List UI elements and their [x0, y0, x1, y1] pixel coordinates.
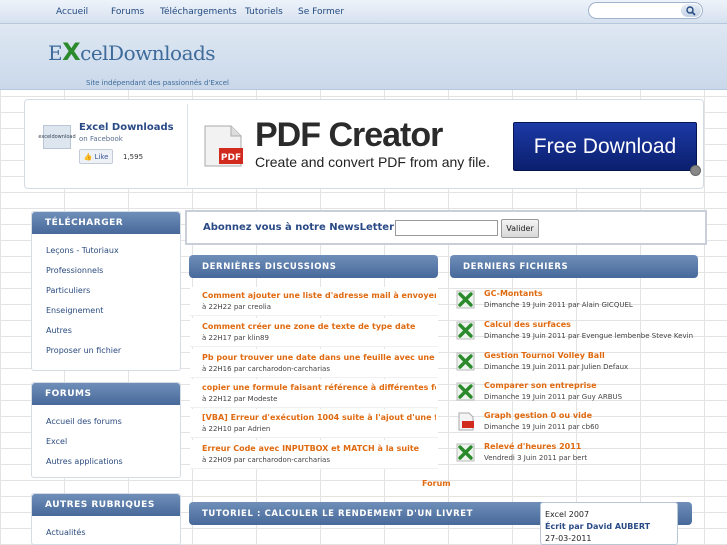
sidebar-forums-title: FORUMS [32, 383, 180, 405]
free-download-button[interactable]: Free Download [513, 122, 697, 171]
newsletter-label: Abonnez vous à notre NewsLetter : [203, 222, 402, 233]
sidebar-autres-rubriques: AUTRES RUBRIQUES Actualités [31, 493, 181, 545]
newsletter-email-input[interactable] [395, 220, 498, 236]
promo-panel: exceldownload Excel Downloads on Faceboo… [24, 99, 704, 189]
file-item[interactable]: Relevé d'heures 2011 Vendredi 3 Juin 201… [450, 439, 698, 469]
thumbs-up-icon: 👍 [83, 152, 93, 161]
excel-icon [456, 352, 475, 371]
newsletter-box: Abonnez vous à notre NewsLetter : Valide… [185, 210, 707, 245]
excel-icon [456, 321, 475, 340]
discussion-item[interactable]: Comment ajouter une liste d'adresse mail… [190, 287, 438, 316]
discussion-item[interactable]: [VBA] Erreur d'exécution 1004 suite à l'… [190, 409, 438, 438]
sidebar-item-excel[interactable]: Excel [46, 437, 67, 446]
file-item[interactable]: Comparer son entreprise Dimanche 19 Juin… [450, 378, 698, 408]
file-item[interactable]: GC-Montants Dimanche 19 Juin 2011 par Al… [450, 286, 698, 316]
discussion-item[interactable]: copier une formule faisant référence à d… [190, 379, 438, 408]
file-item[interactable]: Gestion Tournoi Volley Ball Dimanche 19 … [450, 348, 698, 378]
svg-text:PDF: PDF [221, 153, 241, 163]
search-input[interactable] [588, 2, 703, 19]
sidebar-item-professionnels[interactable]: Professionnels [46, 266, 103, 275]
sidebar-item-accueil-forums[interactable]: Accueil des forums [46, 417, 122, 426]
files-header: DERNIERS FICHIERS [450, 255, 698, 278]
divider [187, 104, 188, 186]
ad-title[interactable]: PDF Creator [255, 116, 443, 155]
tutorial-info-popup: Excel 2007 Écrit par David AUBERT 27-03-… [540, 502, 678, 545]
excel-icon [456, 382, 475, 401]
top-navigation: Accueil Forums Téléchargements Tutoriels… [0, 0, 727, 24]
discussion-item[interactable]: Pb pour trouver une date dans une feuill… [190, 349, 438, 378]
forum-link[interactable]: Forum [422, 479, 451, 488]
excel-icon [456, 443, 475, 462]
newsletter-submit-button[interactable]: Valider [501, 219, 539, 238]
sidebar-telecharger: TÉLÉCHARGER Leçons - Tutoriaux Professio… [31, 211, 181, 371]
tutorial-author[interactable]: Écrit par David AUBERT [545, 521, 677, 533]
search-button[interactable] [681, 4, 701, 17]
nav-accueil[interactable]: Accueil [56, 7, 88, 17]
nav-telechargements[interactable]: Téléchargements [160, 7, 237, 17]
facebook-page-name[interactable]: Excel Downloads [79, 122, 174, 133]
sidebar-telecharger-title: TÉLÉCHARGER [32, 212, 180, 234]
pdf-icon [458, 412, 474, 431]
nav-tutoriels[interactable]: Tutoriels [245, 7, 283, 17]
sidebar-autres-title: AUTRES RUBRIQUES [32, 494, 180, 516]
sidebar-item-actualites[interactable]: Actualités [46, 528, 86, 537]
sidebar-item-enseignement[interactable]: Enseignement [46, 306, 103, 315]
nav-forums[interactable]: Forums [111, 7, 144, 17]
facebook-thumbnail[interactable]: exceldownload [38, 125, 76, 149]
tutorial-date: 27-03-2011 [545, 534, 592, 543]
file-item[interactable]: Calcul des surfaces Dimanche 19 Juin 201… [450, 317, 698, 347]
sidebar-item-particuliers[interactable]: Particuliers [46, 286, 90, 295]
site-tagline: Site indépendant des passionnés d'Excel [86, 79, 229, 87]
sidebar-item-proposer[interactable]: Proposer un fichier [46, 346, 121, 355]
sidebar-item-autres-applications[interactable]: Autres applications [46, 457, 123, 466]
file-item[interactable]: Graph gestion 0 ou vide Dimanche 19 Juin… [450, 408, 698, 438]
facebook-like-count: 1,595 [123, 153, 144, 161]
ad-info-icon[interactable] [690, 165, 701, 176]
pdf-document-icon[interactable]: PDF [201, 124, 245, 168]
facebook-sub[interactable]: on Facebook [79, 135, 123, 143]
tutorial-category: Excel 2007 [545, 510, 590, 519]
site-header: EXcelDownloads Site indépendant des pass… [0, 24, 727, 90]
sidebar-forums: FORUMS Accueil des forums Excel Autres a… [31, 382, 181, 478]
discussion-item[interactable]: Erreur Code avec INPUTBOX et MATCH à la … [190, 440, 438, 469]
discussions-header: DERNIÈRES DISCUSSIONS [189, 255, 438, 278]
sidebar-item-autres[interactable]: Autres [46, 326, 72, 335]
nav-se-former[interactable]: Se Former [298, 7, 344, 17]
sidebar-item-lecons[interactable]: Leçons - Tutoriaux [46, 246, 119, 255]
search-icon [686, 5, 696, 16]
ad-subtitle[interactable]: Create and convert PDF from any file. [255, 154, 490, 170]
site-logo[interactable]: EXcelDownloads [48, 38, 216, 66]
discussion-item[interactable]: Comment créer une zone de texte de type … [190, 318, 438, 347]
facebook-like-button[interactable]: 👍 Like [79, 149, 113, 164]
excel-icon [456, 290, 475, 309]
